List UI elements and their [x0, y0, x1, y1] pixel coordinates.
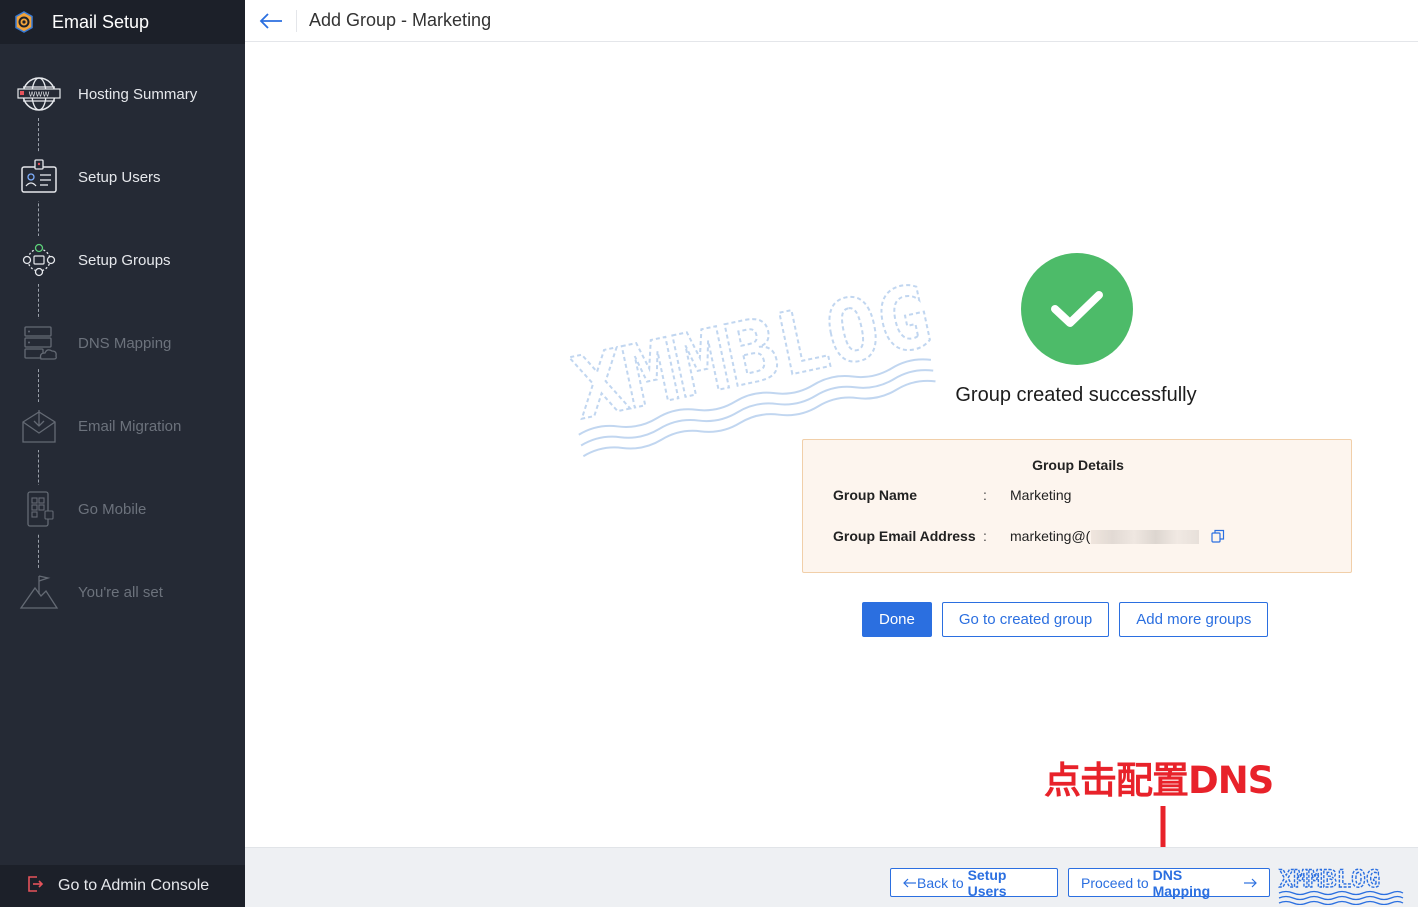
go-to-admin-console[interactable]: Go to Admin Console	[0, 865, 245, 907]
detail-key: Group Email Address	[833, 528, 976, 545]
detail-value: marketing@(	[1010, 528, 1200, 545]
globe-www-icon: WWW	[15, 70, 63, 118]
proceed-target: DNS Mapping	[1152, 866, 1211, 899]
detail-row-group-name: Group Name : Marketing	[833, 487, 1071, 503]
proceed-to-dns-mapping-button[interactable]: Proceed to DNS Mapping	[1068, 866, 1270, 899]
svg-text:XMMBLOG: XMMBLOG	[564, 266, 939, 439]
admin-console-label: Go to Admin Console	[58, 877, 210, 894]
watermark-logo-small: XMMBLOG	[1277, 863, 1405, 907]
group-network-icon	[15, 236, 63, 284]
step-youre-all-set[interactable]: You're all set	[0, 562, 245, 622]
action-buttons: Done Go to created group Add more groups	[862, 602, 1269, 637]
back-prefix: Back to	[917, 874, 968, 891]
id-card-icon	[15, 153, 63, 201]
sidebar: Email Setup WWW Hosting Summary Setup Us…	[0, 0, 245, 907]
detail-separator: :	[983, 528, 987, 545]
success-check-icon	[1021, 253, 1133, 365]
svg-text:XMMBLOG: XMMBLOG	[1279, 865, 1380, 893]
step-label: Setup Groups	[78, 251, 171, 269]
done-button[interactable]: Done	[862, 602, 932, 637]
step-email-migration[interactable]: Email Migration	[0, 396, 245, 456]
success-message: Group created successfully	[955, 384, 1197, 406]
redacted-blur	[1091, 530, 1200, 545]
step-setup-users[interactable]: Setup Users	[0, 147, 245, 207]
detail-value: Marketing	[1010, 487, 1072, 503]
arrow-left-icon	[903, 875, 917, 891]
step-label: Hosting Summary	[78, 85, 198, 103]
page-title: Add Group - Marketing	[309, 10, 492, 30]
step-label: Go Mobile	[78, 500, 147, 518]
step-label: Email Migration	[78, 417, 182, 435]
sidebar-title: Email Setup	[52, 11, 150, 32]
copy-icon[interactable]	[1211, 529, 1225, 543]
bottom-nav-bar: Back to Setup Users Proceed to DNS Mappi…	[245, 847, 1418, 907]
proceed-prefix: Proceed to	[1081, 874, 1153, 891]
step-dns-mapping[interactable]: DNS Mapping	[0, 313, 245, 373]
email-setup-logo-icon	[12, 10, 36, 34]
top-bar: Add Group - Marketing	[245, 0, 1418, 42]
step-label: DNS Mapping	[78, 334, 172, 352]
arrow-right-icon	[1243, 875, 1257, 891]
group-details-heading: Group Details	[1032, 457, 1124, 473]
back-to-setup-users-button[interactable]: Back to Setup Users	[890, 866, 1058, 899]
detail-row-group-email: Group Email Address : marketing@(	[833, 528, 1225, 545]
mobile-apps-icon	[15, 485, 63, 533]
back-target: Setup Users	[967, 866, 1007, 899]
step-label: You're all set	[78, 583, 163, 601]
annotation-text: 点击配置DNS	[1044, 759, 1274, 802]
go-to-created-group-button[interactable]: Go to created group	[941, 602, 1110, 637]
group-details-card: Group Details Group Name : Marketing Gro…	[802, 439, 1352, 573]
svg-text:WWW: WWW	[29, 91, 50, 99]
step-go-mobile[interactable]: Go Mobile	[0, 479, 245, 539]
mail-download-icon	[15, 402, 63, 450]
back-arrow-icon[interactable]	[245, 9, 297, 32]
mountain-flag-icon	[15, 568, 63, 616]
step-setup-groups[interactable]: Setup Groups	[0, 230, 245, 290]
server-cloud-icon	[15, 319, 63, 367]
detail-separator: :	[983, 487, 987, 503]
add-more-groups-button[interactable]: Add more groups	[1119, 602, 1269, 637]
step-hosting-summary[interactable]: WWW Hosting Summary	[0, 64, 245, 124]
detail-key: Group Name	[833, 487, 918, 503]
group-email-text: marketing@(	[1010, 528, 1091, 544]
step-label: Setup Users	[78, 168, 161, 186]
exit-icon	[26, 875, 44, 898]
main-content: XMMBLOG Group created successfully Group…	[245, 42, 1418, 872]
sidebar-header: Email Setup	[0, 0, 245, 44]
